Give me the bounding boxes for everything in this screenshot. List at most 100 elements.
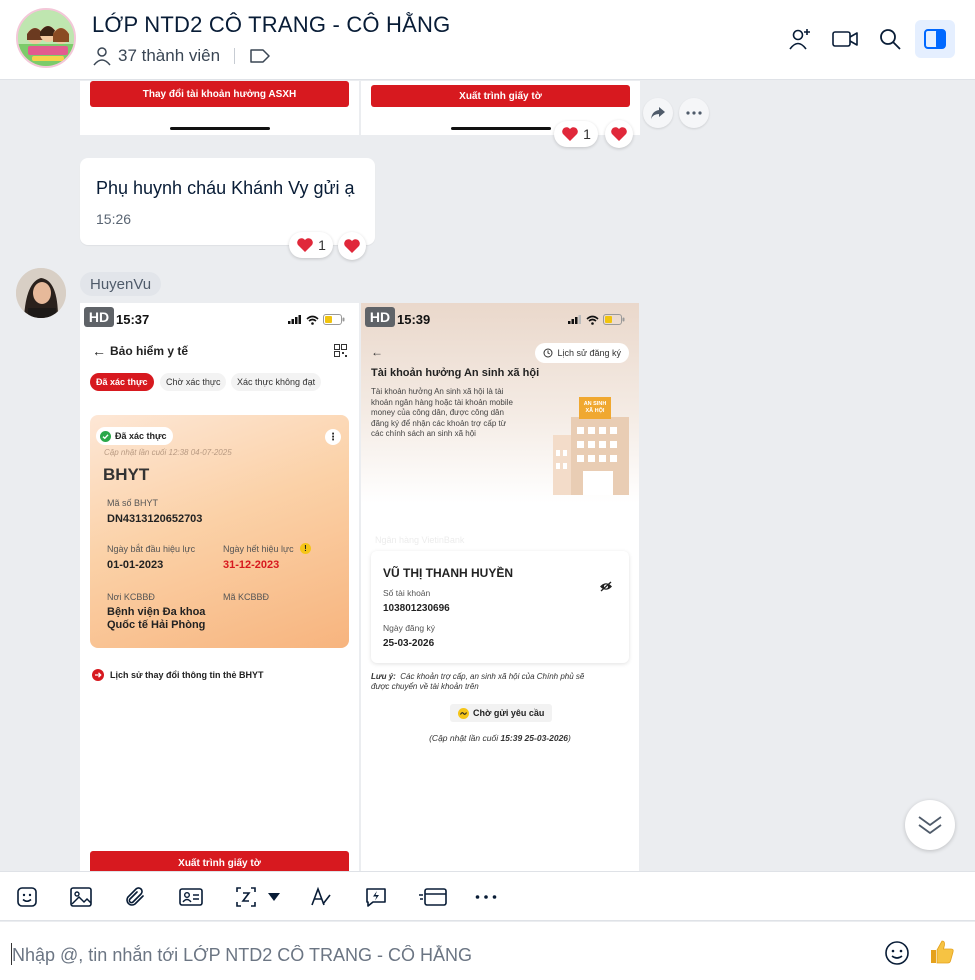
pending-icon <box>458 707 469 719</box>
present-documents-button: Xuất trình giấy tờ <box>371 85 630 107</box>
description-line: money của công dân, được công dân <box>371 408 504 417</box>
start-value: 01-01-2023 <box>107 559 164 571</box>
emoji-icon <box>885 941 909 965</box>
lightning-message-icon <box>366 888 386 907</box>
image-message[interactable]: Thay đổi tài khoản hưởng ASXH <box>80 81 359 135</box>
quick-like-button[interactable] <box>928 938 956 966</box>
tag-icon[interactable] <box>249 48 271 64</box>
message-input[interactable] <box>12 942 862 968</box>
description-line: các chính sách an sinh xã hội <box>371 429 476 438</box>
react-heart-button[interactable] <box>605 120 633 148</box>
image-message[interactable]: Xuất trình giấy tờ <box>361 81 640 135</box>
signal-icon <box>568 315 581 324</box>
scroll-to-bottom-button[interactable] <box>905 800 955 850</box>
text-message[interactable]: Phụ huynh cháu Khánh Vy gửi ạ 15:26 <box>80 158 375 245</box>
text-format-icon <box>311 886 331 906</box>
heart-icon <box>297 238 313 252</box>
search-button[interactable] <box>870 20 910 58</box>
text-format-button[interactable] <box>308 884 334 910</box>
home-indicator <box>170 127 270 130</box>
screen-title: Tài khoản hưởng An sinh xã hội <box>371 367 540 379</box>
eye-off-icon <box>600 581 612 592</box>
wifi-icon <box>586 315 599 325</box>
hd-badge: HD <box>84 307 114 327</box>
divider <box>234 48 236 64</box>
back-icon: ← <box>371 345 383 359</box>
signal-icon <box>288 315 301 324</box>
card-title: BHYT <box>103 465 150 484</box>
description: Tài khoản hưởng An sinh xã hội là tài kh… <box>371 387 551 440</box>
verified-text: Đã xác thực <box>115 431 167 441</box>
payment-button[interactable] <box>418 884 448 910</box>
warning-icon: ! <box>300 543 311 554</box>
image-button[interactable] <box>68 884 94 910</box>
group-avatar[interactable] <box>16 8 76 68</box>
registered-date: 25-03-2026 <box>383 638 435 649</box>
tab-failed: Xác thực không đạt <box>231 373 322 391</box>
sticker-icon <box>17 887 37 907</box>
card-icon <box>419 888 447 906</box>
chat-area[interactable]: Thay đổi tài khoản hưởng ASXH Xuất trình… <box>0 81 975 871</box>
contact-card-button[interactable] <box>178 884 204 910</box>
emoji-button[interactable] <box>884 940 910 966</box>
message-time: 15:26 <box>96 211 132 227</box>
image-message-bhyt[interactable]: HD 15:37 ← Bảo hiểm y tế Đã xác thực Chờ… <box>80 303 359 871</box>
status-icons <box>288 314 345 325</box>
more-tools-button[interactable] <box>473 884 499 910</box>
hd-badge: HD <box>365 307 395 327</box>
add-person-icon <box>789 29 810 50</box>
more-icon <box>475 895 497 899</box>
member-count[interactable]: 37 thành viên <box>92 46 271 66</box>
double-chevron-down-icon <box>918 816 942 834</box>
message-text: Phụ huynh cháu Khánh Vy gửi ạ <box>96 178 355 198</box>
account-card: VŨ THỊ THANH HUYỀN Số tài khoản 10380123… <box>371 551 629 663</box>
search-icon <box>880 29 901 50</box>
note-text: Các khoản trợ cấp, an sinh xã hội của Ch… <box>400 672 585 681</box>
screen-title: Bảo hiểm y tế <box>110 344 189 358</box>
more-options-button[interactable] <box>679 98 709 128</box>
bank-name: Ngân hàng VietinBank <box>375 535 465 545</box>
building-illustration: AN SINH XÃ HỘI <box>553 395 633 495</box>
account-number: 103801230696 <box>383 603 450 614</box>
battery-icon <box>603 314 625 325</box>
attach-button[interactable] <box>122 884 148 910</box>
add-member-button[interactable] <box>780 20 820 58</box>
registered-label: Ngày đăng ký <box>383 623 435 633</box>
heart-icon <box>344 239 360 253</box>
image-message-asxh[interactable]: HD 15:39 ← Lịch sử đăng ký Tài khoản hưở… <box>361 303 639 871</box>
group-title[interactable]: LỚP NTD2 CÔ TRANG - CÔ HẰNG <box>92 12 450 38</box>
card-menu-icon: ⋮ <box>325 429 341 445</box>
history-icon <box>543 348 553 358</box>
sender-name[interactable]: HuyenVu <box>80 272 162 296</box>
history-link-text: Lịch sử thay đổi thông tin thẻ BHYT <box>110 670 264 680</box>
react-heart-button[interactable] <box>338 232 366 260</box>
account-label: Số tài khoản <box>383 588 431 598</box>
status-time: 15:39 <box>397 312 431 327</box>
video-call-button[interactable] <box>825 20 865 58</box>
sticker-button[interactable] <box>14 884 40 910</box>
building-sign: AN SINH XÃ HỘI <box>579 401 611 414</box>
forward-button[interactable] <box>643 98 673 128</box>
status-time: 15:37 <box>116 312 150 327</box>
reaction-summary[interactable]: 1 <box>554 121 598 147</box>
sender-avatar[interactable] <box>16 268 66 318</box>
place-value: Quốc tế Hải Phòng <box>107 619 206 631</box>
paperclip-icon <box>126 887 144 906</box>
toggle-sidebar-button[interactable] <box>915 20 955 58</box>
account-holder: VŨ THỊ THANH HUYỀN <box>383 566 514 580</box>
place-value: Bệnh viện Đa khoa <box>107 606 206 618</box>
check-circle-icon <box>100 430 111 442</box>
history-link: Lịch sử thay đổi thông tin thẻ BHYT <box>92 669 264 681</box>
quick-message-button[interactable] <box>363 884 389 910</box>
screenshot-button[interactable] <box>233 884 259 910</box>
description-line: đăng ký để nhận các khoản trợ cấp từ <box>371 418 507 428</box>
thumbs-up-icon <box>931 940 954 964</box>
code-value: DN4313120652703 <box>107 513 203 525</box>
heart-icon <box>611 127 627 141</box>
screenshot-icon <box>236 887 256 907</box>
reaction-summary[interactable]: 1 <box>289 232 333 258</box>
screenshot-options-button[interactable] <box>264 884 284 910</box>
person-icon <box>93 47 111 66</box>
status-icons <box>568 314 625 325</box>
end-value: 31-12-2023 <box>223 559 280 571</box>
